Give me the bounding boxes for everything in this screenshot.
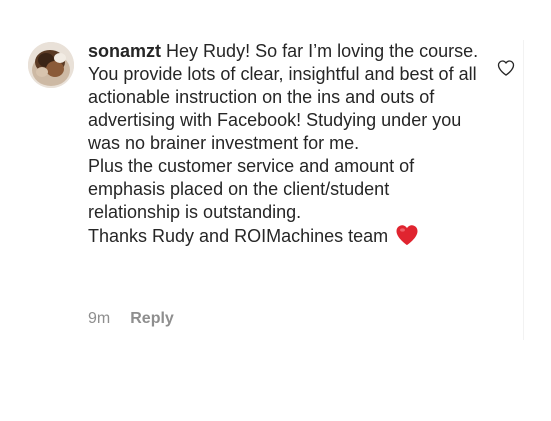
heart-outline-icon (497, 60, 515, 76)
comment-text: sonamzt Hey Rudy! So far I’m loving the … (88, 40, 480, 248)
username[interactable]: sonamzt (88, 41, 161, 61)
avatar-image (28, 42, 74, 88)
red-heart-emoji-icon (396, 225, 418, 245)
comment: sonamzt Hey Rudy! So far I’m loving the … (0, 0, 551, 421)
comment-paragraph-2: Plus the customer service and amount of … (88, 155, 480, 224)
reply-button[interactable]: Reply (130, 310, 174, 327)
avatar[interactable] (28, 42, 74, 88)
divider (523, 40, 524, 340)
comment-line: Plus the customer service and amount of … (88, 156, 415, 222)
comment-paragraph-3: Thanks Rudy and ROIMachines team (88, 224, 480, 248)
timestamp: 9m (88, 310, 111, 327)
comment-paragraph-1: sonamzt Hey Rudy! So far I’m loving the … (88, 40, 480, 155)
comment-meta: 9m Reply (88, 309, 174, 329)
like-button[interactable] (496, 58, 516, 78)
comment-line: Thanks Rudy and ROIMachines team (88, 226, 389, 246)
